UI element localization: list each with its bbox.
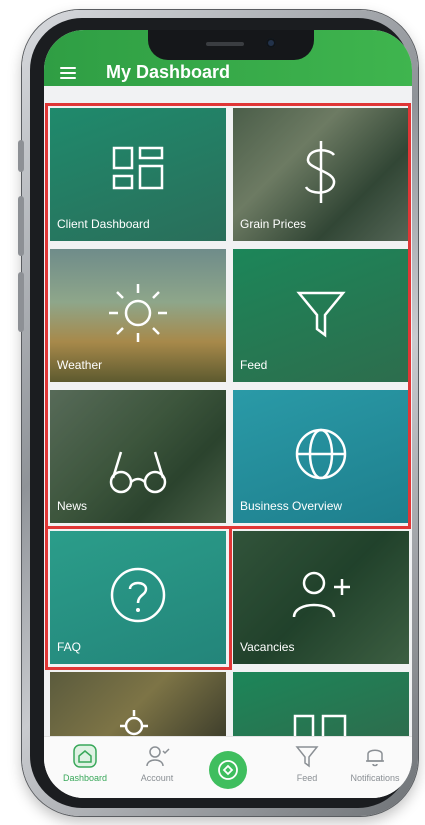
tile-partial-gears[interactable] <box>50 672 226 736</box>
front-camera <box>266 38 276 48</box>
volume-down-button <box>18 272 24 332</box>
tile-label: Weather <box>57 358 103 372</box>
tile-feed[interactable]: Feed <box>233 249 409 382</box>
tile-grain-prices[interactable]: Grain Prices <box>233 108 409 241</box>
phone-screen: My Dashboard Client Dashboard Grain Pric… <box>44 30 412 798</box>
account-icon <box>146 746 170 767</box>
dashboard-grid: Client Dashboard Grain Prices Weather Fe… <box>44 86 412 736</box>
nav-feed[interactable]: Feed <box>272 743 342 783</box>
tile-label: News <box>57 499 88 513</box>
tile-news[interactable]: News <box>50 390 226 523</box>
tile-label: Business Overview <box>240 499 343 513</box>
volume-up-button <box>18 196 24 256</box>
center-action-icon <box>218 760 238 780</box>
nav-account[interactable]: Account <box>122 743 192 783</box>
tile-label: FAQ <box>57 640 82 654</box>
tile-weather[interactable]: Weather <box>50 249 226 382</box>
tile-label: Client Dashboard <box>57 217 150 231</box>
tile-partial-grid[interactable] <box>233 672 409 736</box>
sun-icon <box>109 283 167 342</box>
gear-icon <box>120 710 148 736</box>
tile-label: Grain Prices <box>240 217 307 231</box>
tile-vacancies[interactable]: Vacancies <box>233 531 409 664</box>
dashboard-grid-icon <box>293 714 347 736</box>
home-icon <box>73 744 97 768</box>
center-action-button[interactable] <box>209 751 247 789</box>
add-user-icon <box>292 571 350 618</box>
bottom-nav: Dashboard Account Feed Notifications <box>44 736 412 798</box>
filter-icon <box>296 291 346 338</box>
tile-label: Feed <box>240 358 268 372</box>
globe-icon <box>295 428 347 480</box>
nav-notifications[interactable]: Notifications <box>340 743 410 783</box>
mute-switch <box>18 140 24 172</box>
speaker-grille <box>206 42 244 46</box>
tile-faq[interactable]: FAQ <box>50 531 226 664</box>
tile-business-overview[interactable]: Business Overview <box>233 390 409 523</box>
dollar-icon <box>304 140 336 203</box>
question-icon <box>110 567 166 623</box>
bell-icon <box>366 749 384 767</box>
menu-icon[interactable] <box>60 67 76 79</box>
tile-client-dashboard[interactable]: Client Dashboard <box>50 108 226 241</box>
tile-label: Vacancies <box>240 640 295 654</box>
filter-icon <box>295 746 319 768</box>
dashboard-grid-icon <box>112 146 164 190</box>
nav-dashboard[interactable]: Dashboard <box>50 743 120 783</box>
page-title: My Dashboard <box>106 62 231 82</box>
glasses-icon <box>109 452 167 494</box>
phone-notch <box>148 30 314 60</box>
